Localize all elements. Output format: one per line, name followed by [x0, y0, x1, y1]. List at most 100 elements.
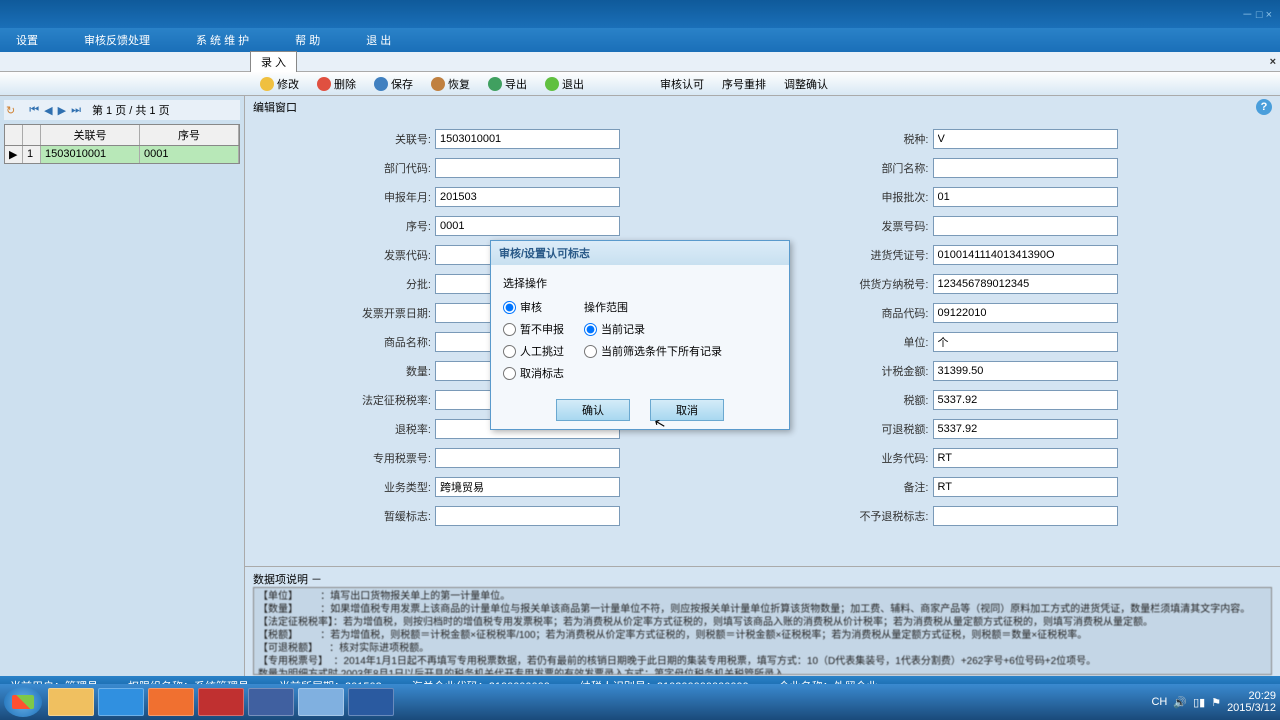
adjust-button[interactable]: 调整确认 [784, 76, 828, 92]
radio-pause[interactable] [503, 323, 516, 336]
taskbar: CH 🔊 ▯▮ ⚑ 20:29 2015/3/12 [0, 684, 1280, 720]
toolbar: 修改 删除 保存 恢复 导出 退出 审核认可 序号重排 调整确认 [0, 72, 1280, 96]
input-goods-code[interactable] [933, 303, 1118, 323]
modify-button[interactable]: 修改 [260, 76, 299, 92]
menu-bar: 设置 审核反馈处理 系 统 维 护 帮 助 退 出 [0, 28, 1280, 52]
label-invoice-no: 发票号码: [763, 218, 933, 234]
menu-item-3[interactable]: 帮 助 [287, 30, 328, 50]
menu-item-0[interactable]: 设置 [8, 30, 46, 50]
radio-audit[interactable] [503, 301, 516, 314]
task-item[interactable] [348, 688, 394, 716]
tray-time: 20:29 [1227, 690, 1276, 702]
dialog-ok-button[interactable]: 确认 [556, 399, 630, 421]
menu-item-1[interactable]: 审核反馈处理 [76, 30, 158, 50]
tab-entry[interactable]: 录 入 [250, 51, 297, 72]
table-row[interactable]: ▶ 1 1503010001 0001 [4, 146, 240, 164]
label-dept-name: 部门名称: [763, 160, 933, 176]
grid-col-link: 关联号 [41, 125, 140, 145]
label-seq: 序号: [265, 218, 435, 234]
nav-last-icon[interactable]: ⏭ [71, 104, 81, 117]
export-button[interactable]: 导出 [488, 76, 527, 92]
input-tax-type[interactable] [933, 129, 1118, 149]
tray-vol-icon[interactable]: 🔊 [1173, 696, 1187, 709]
opt-cancel-flag[interactable]: 取消标志 [503, 365, 564, 381]
confirm-button[interactable]: 审核认可 [660, 76, 704, 92]
opt-all-filtered[interactable]: 当前筛选条件下所有记录 [584, 343, 722, 359]
row-num: 1 [23, 146, 41, 163]
tray-net-icon[interactable]: ▯▮ [1193, 696, 1205, 709]
task-item[interactable] [248, 688, 294, 716]
input-tax[interactable] [933, 390, 1118, 410]
range-options: 操作范围 当前记录 当前筛选条件下所有记录 [584, 299, 722, 381]
label-temp-flag: 暂缓标志: [265, 508, 435, 524]
exit-button[interactable]: 退出 [545, 76, 584, 92]
help-icon[interactable]: ? [1256, 99, 1272, 115]
input-invoice-no[interactable] [933, 216, 1118, 236]
input-no-refund[interactable] [933, 506, 1118, 526]
input-special-no[interactable] [435, 448, 620, 468]
label-split: 分批: [265, 276, 435, 292]
tray-flag-icon[interactable]: ⚑ [1211, 696, 1221, 709]
task-item[interactable] [48, 688, 94, 716]
left-panel: ↻ ⏮ ◀ ▶ ⏭ 第 1 页 / 共 1 页 关联号 序号 ▶ 1 15030… [0, 96, 245, 676]
nav-refresh-icon[interactable]: ↻ [6, 104, 15, 117]
system-tray[interactable]: CH 🔊 ▯▮ ⚑ 20:29 2015/3/12 [1151, 690, 1276, 714]
radio-current[interactable] [584, 323, 597, 336]
pager-text: 第 1 页 / 共 1 页 [92, 102, 170, 118]
opt-audit[interactable]: 审核 [503, 299, 564, 315]
dialog-section-label: 选择操作 [503, 275, 777, 291]
task-item[interactable] [98, 688, 144, 716]
opt-pause[interactable]: 暂不申报 [503, 321, 564, 337]
input-declare-batch[interactable] [933, 187, 1118, 207]
nav-next-icon[interactable]: ▶ [58, 104, 66, 117]
task-item[interactable] [148, 688, 194, 716]
label-refund-rate: 退税率: [265, 421, 435, 437]
nav-prev-icon[interactable]: ◀ [44, 104, 52, 117]
input-supplier-tax[interactable] [933, 274, 1118, 294]
label-remark: 备注: [763, 479, 933, 495]
nav-first-icon[interactable]: ⏮ [29, 104, 39, 117]
row-indicator-icon: ▶ [5, 146, 23, 163]
reorder-button[interactable]: 序号重排 [722, 76, 766, 92]
task-item[interactable] [198, 688, 244, 716]
label-link-no: 关联号: [265, 131, 435, 147]
radio-manual[interactable] [503, 345, 516, 358]
input-unit[interactable] [933, 332, 1118, 352]
tab-close-icon[interactable]: × [1270, 56, 1276, 68]
grid-header: 关联号 序号 [4, 124, 240, 146]
menu-item-2[interactable]: 系 统 维 护 [188, 30, 257, 50]
restore-button[interactable]: 恢复 [431, 76, 470, 92]
input-link-no[interactable] [435, 129, 620, 149]
radio-all-filtered[interactable] [584, 345, 597, 358]
input-tax-amount[interactable] [933, 361, 1118, 381]
tray-date: 2015/3/12 [1227, 702, 1276, 714]
save-button[interactable]: 保存 [374, 76, 413, 92]
opt-current[interactable]: 当前记录 [584, 321, 722, 337]
input-remark[interactable] [933, 477, 1118, 497]
input-temp-flag[interactable] [435, 506, 620, 526]
label-invoice-date: 发票开票日期: [265, 305, 435, 321]
notes-title: 数据项说明 － [253, 571, 330, 587]
delete-button[interactable]: 删除 [317, 76, 356, 92]
label-biz-code: 业务代码: [763, 450, 933, 466]
tray-ime[interactable]: CH [1151, 696, 1167, 708]
opt-manual[interactable]: 人工挑过 [503, 343, 564, 359]
radio-cancel-flag[interactable] [503, 367, 516, 380]
input-refund-tax[interactable] [933, 419, 1118, 439]
input-dept-name[interactable] [933, 158, 1118, 178]
notes-panel: 数据项说明 － 【单位】 ：填写出口货物报关单上的第一计量单位。 【数量】 ：如… [245, 566, 1280, 676]
input-seq[interactable] [435, 216, 620, 236]
input-dept-code[interactable] [435, 158, 620, 178]
label-dept-code: 部门代码: [265, 160, 435, 176]
input-declare-ym[interactable] [435, 187, 620, 207]
input-biz-type[interactable] [435, 477, 620, 497]
input-import-no[interactable] [933, 245, 1118, 265]
task-item[interactable] [298, 688, 344, 716]
start-button[interactable] [4, 687, 42, 717]
menu-item-4[interactable]: 退 出 [358, 30, 399, 50]
input-biz-code[interactable] [933, 448, 1118, 468]
label-declare-ym: 申报年月: [265, 189, 435, 205]
operation-options: 审核 暂不申报 人工挑过 取消标志 [503, 299, 564, 381]
label-declare-batch: 申报批次: [763, 189, 933, 205]
window-controls[interactable]: － □ × [1242, 6, 1272, 22]
